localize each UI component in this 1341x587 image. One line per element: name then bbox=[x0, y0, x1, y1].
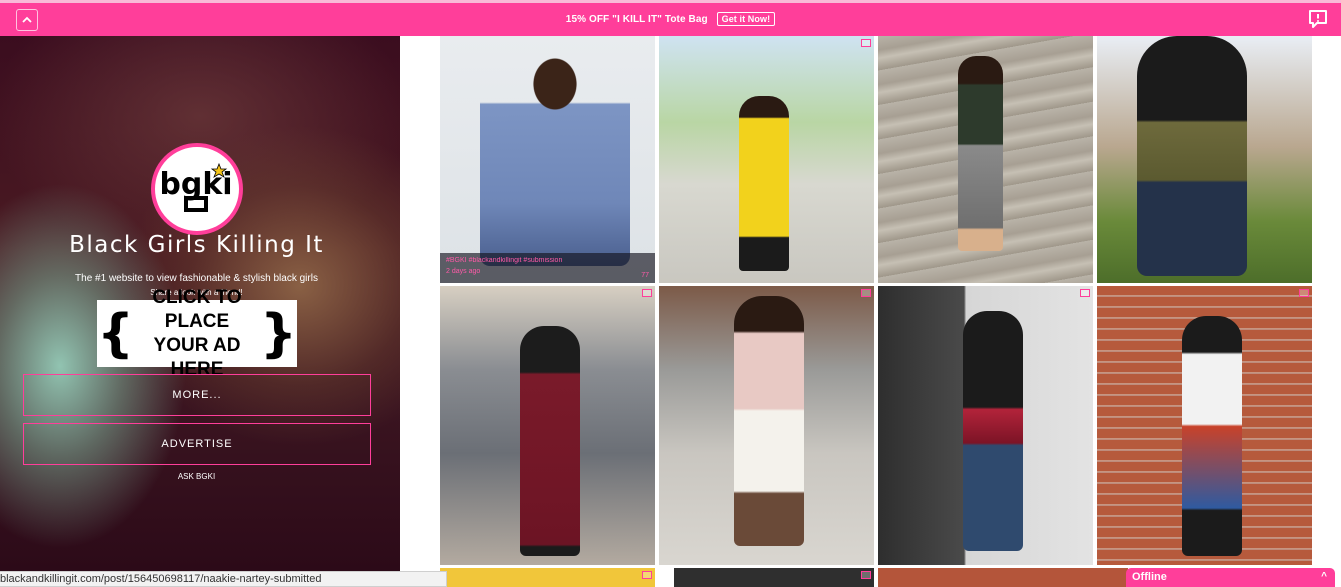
advertise-button[interactable]: ADVERTISE bbox=[23, 423, 371, 465]
ad-text: CLICK TO PLACE YOUR AD HERE bbox=[134, 286, 260, 382]
pin-icon[interactable] bbox=[642, 571, 652, 579]
model-figure bbox=[739, 96, 789, 271]
promo-bar: 15% OFF "I KILL IT" Tote Bag Get it Now! bbox=[0, 0, 1341, 36]
post-tile[interactable] bbox=[659, 286, 874, 565]
post-caption: #BGKI #blackandkillingit #submission 2 d… bbox=[440, 253, 655, 283]
pin-icon[interactable] bbox=[861, 571, 871, 579]
post-tile[interactable] bbox=[674, 568, 874, 587]
post-tile[interactable]: #BGKI #blackandkillingit #submission 2 d… bbox=[440, 36, 655, 283]
bgki-logo-icon: bgki bbox=[162, 162, 232, 212]
post-time: 2 days ago bbox=[446, 268, 481, 275]
post-tile[interactable] bbox=[659, 36, 874, 283]
ad-placeholder[interactable]: { CLICK TO PLACE YOUR AD HERE } bbox=[97, 287, 297, 380]
model-figure bbox=[1182, 316, 1242, 556]
post-photo bbox=[878, 568, 1128, 587]
pin-icon[interactable] bbox=[642, 289, 652, 297]
offline-label: Offline bbox=[1132, 571, 1167, 583]
post-notes[interactable]: 77 bbox=[641, 272, 649, 279]
model-figure bbox=[480, 56, 630, 266]
offline-chat-tab[interactable]: Offline ^ bbox=[1126, 568, 1335, 587]
model-figure bbox=[734, 296, 804, 546]
post-tile[interactable] bbox=[878, 36, 1093, 283]
promo-banner: 15% OFF "I KILL IT" Tote Bag Get it Now! bbox=[0, 12, 1341, 26]
site-title: Black Girls Killing It bbox=[69, 232, 324, 258]
model-figure bbox=[958, 56, 1003, 251]
post-photo bbox=[674, 568, 874, 587]
post-tile[interactable] bbox=[878, 568, 1128, 587]
left-brace-icon: { bbox=[97, 303, 135, 364]
status-url: blackandkillingit.com/post/156450698117/… bbox=[0, 571, 447, 587]
model-figure bbox=[520, 326, 580, 556]
model-figure bbox=[1137, 36, 1247, 276]
promo-text: 15% OFF "I KILL IT" Tote Bag bbox=[565, 14, 708, 25]
post-photo bbox=[440, 568, 655, 587]
more-button[interactable]: MORE... bbox=[23, 374, 371, 416]
chevron-up-icon: ^ bbox=[1321, 571, 1327, 582]
ad-line-1: CLICK TO PLACE bbox=[152, 286, 242, 332]
site-logo[interactable]: bgki bbox=[151, 143, 243, 235]
post-tile[interactable] bbox=[1097, 286, 1312, 565]
ask-link[interactable]: ASK BGKI bbox=[0, 472, 393, 481]
get-it-now-button[interactable]: Get it Now! bbox=[716, 12, 776, 26]
right-brace-icon: } bbox=[259, 303, 297, 364]
post-tile[interactable] bbox=[440, 568, 655, 587]
pin-icon[interactable] bbox=[1080, 289, 1090, 297]
post-tile[interactable] bbox=[878, 286, 1093, 565]
pin-icon[interactable] bbox=[861, 289, 871, 297]
post-tags[interactable]: #BGKI #blackandkillingit #submission bbox=[446, 257, 649, 264]
pin-icon[interactable] bbox=[861, 39, 871, 47]
report-icon[interactable] bbox=[1307, 8, 1329, 30]
site-tagline: The #1 website to view fashionable & sty… bbox=[75, 273, 318, 284]
pin-icon[interactable] bbox=[1299, 289, 1309, 297]
page: 15% OFF "I KILL IT" Tote Bag Get it Now!… bbox=[0, 0, 1341, 587]
model-figure bbox=[963, 311, 1023, 551]
post-tile[interactable] bbox=[440, 286, 655, 565]
post-tile[interactable] bbox=[1097, 36, 1312, 283]
sidebar: bgki Black Girls Killing It The #1 websi… bbox=[0, 36, 400, 572]
